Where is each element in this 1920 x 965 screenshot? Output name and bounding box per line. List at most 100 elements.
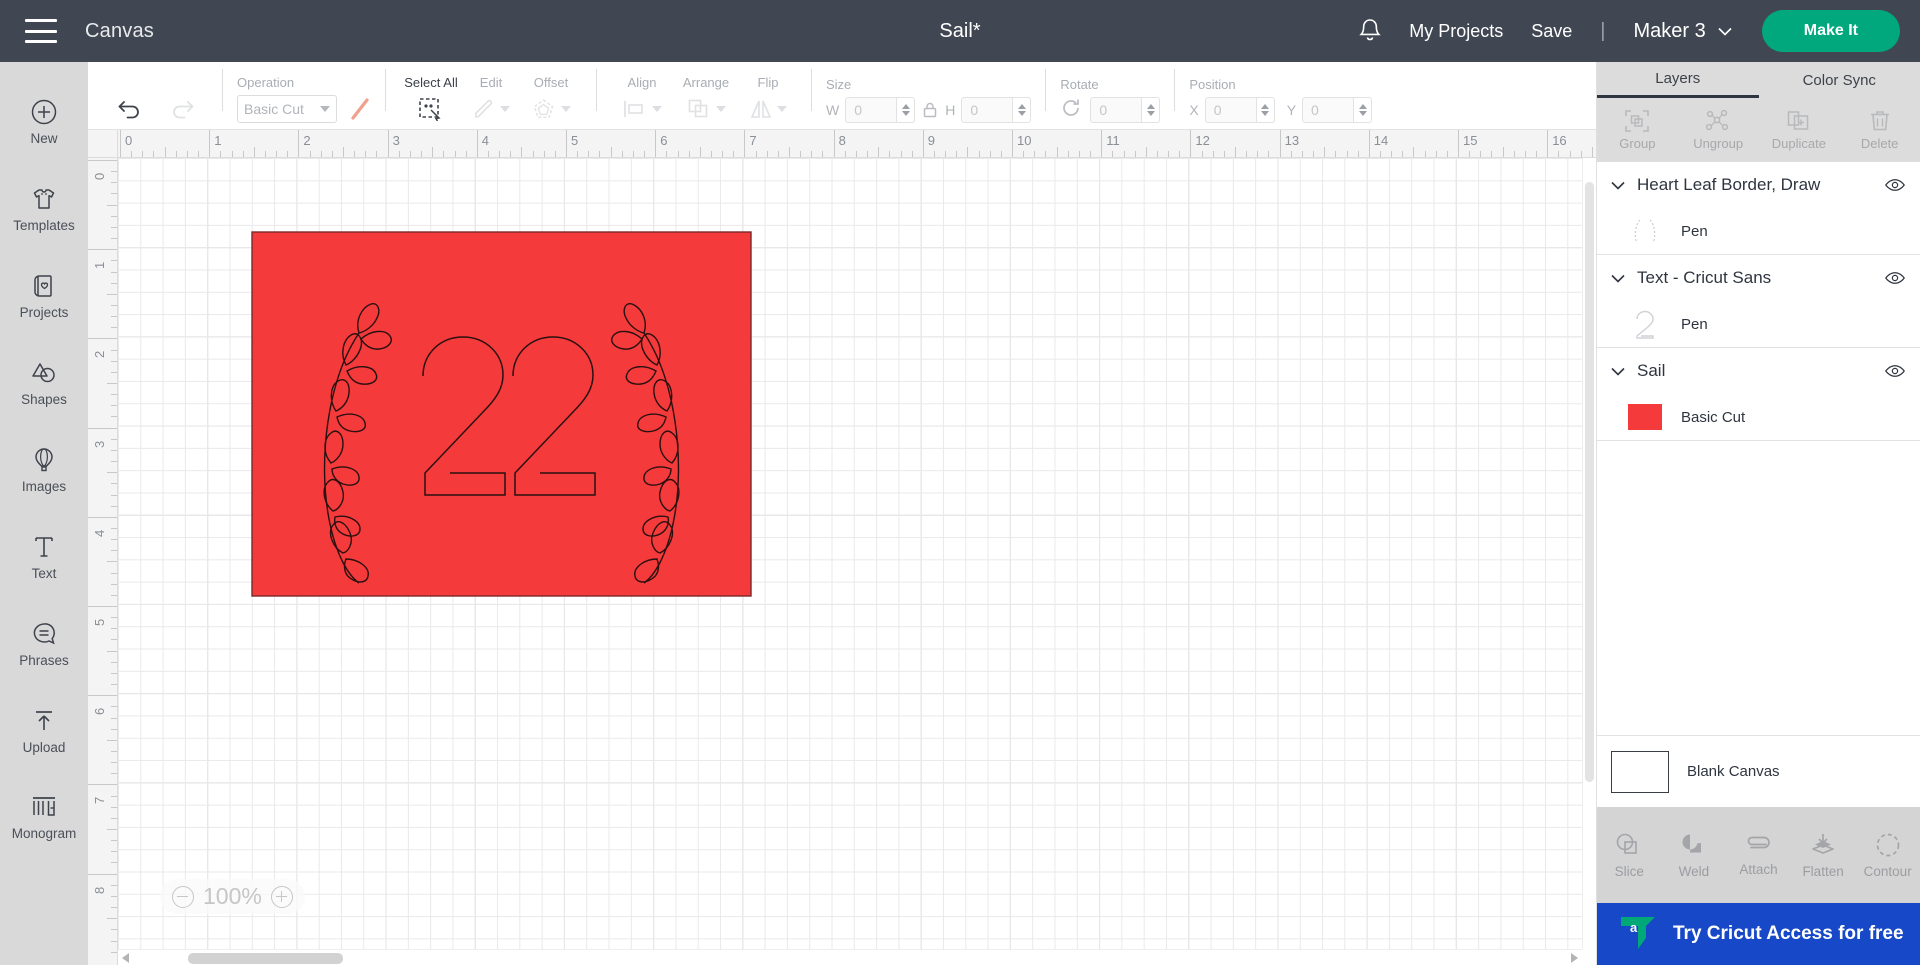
ruler-minor-tick (111, 495, 118, 496)
select-all-icon[interactable] (418, 95, 444, 123)
layer-child-row[interactable]: Basic Cut (1597, 394, 1920, 440)
canvas-area[interactable]: 012345678910111213141516 012345678 (88, 130, 1596, 965)
ruler-minor-tick (1112, 151, 1113, 158)
eye-icon[interactable] (1884, 178, 1906, 192)
horizontal-scrollbar[interactable] (118, 949, 1582, 965)
bottom-tools: Slice Weld Attach Flatten Contour (1597, 807, 1920, 903)
hamburger-icon[interactable] (25, 19, 57, 43)
ruler-minor-tick (107, 561, 118, 562)
bell-icon[interactable] (1357, 17, 1383, 45)
ruler-minor-tick (111, 952, 118, 953)
ruler-minor-tick (153, 151, 154, 158)
chevron-down-icon[interactable] (1611, 274, 1625, 283)
blank-canvas-row[interactable]: Blank Canvas (1597, 735, 1920, 807)
group-button[interactable]: Group (1597, 98, 1678, 162)
height-stepper[interactable] (1013, 97, 1031, 123)
canvas-grid[interactable]: 100% (118, 158, 1582, 949)
lock-aspect-toggle[interactable] (921, 101, 939, 119)
flatten-button[interactable]: Flatten (1791, 807, 1856, 903)
plus-circle-icon[interactable] (271, 886, 293, 908)
ungroup-label: Ungroup (1693, 136, 1743, 151)
scroll-thumb-vertical[interactable] (1585, 182, 1594, 782)
layers-list[interactable]: Heart Leaf Border, Draw Pen Text - Cricu… (1597, 162, 1920, 735)
ruler-minor-tick (111, 840, 118, 841)
layer-header[interactable]: Sail (1597, 348, 1920, 394)
width-input[interactable]: 0 (845, 97, 897, 123)
sidebar-item-upload[interactable]: Upload (0, 687, 88, 774)
rotate-stepper[interactable] (1142, 97, 1160, 123)
position-y-stepper[interactable] (1354, 97, 1372, 123)
offset-menu-button[interactable] (532, 95, 571, 123)
sidebar-item-monogram[interactable]: Monogram (0, 774, 88, 861)
align-menu-button[interactable] (623, 95, 662, 123)
sidebar-item-shapes[interactable]: Shapes (0, 339, 88, 426)
ruler-minor-tick (111, 706, 118, 707)
layer-child-row[interactable]: Pen (1597, 208, 1920, 254)
sidebar-item-text[interactable]: Text (0, 513, 88, 600)
ruler-minor-tick (1592, 147, 1593, 158)
attach-button[interactable]: Attach (1726, 807, 1791, 903)
toolbar-divider (222, 69, 223, 111)
height-input[interactable]: 0 (961, 97, 1013, 123)
arrange-menu-button[interactable] (687, 95, 726, 123)
ruler-minor-tick (1224, 151, 1225, 158)
canvas-thumbnail[interactable] (1611, 751, 1669, 793)
ruler-minor-tick (499, 151, 500, 158)
operation-color-swatch[interactable] (349, 96, 371, 122)
artwork-design[interactable] (251, 231, 752, 597)
tab-color-sync[interactable]: Color Sync (1759, 62, 1920, 98)
layer-header[interactable]: Text - Cricut Sans (1597, 255, 1920, 301)
flip-menu-button[interactable] (750, 95, 787, 123)
delete-button[interactable]: Delete (1839, 98, 1920, 162)
eye-icon[interactable] (1884, 364, 1906, 378)
ungroup-button[interactable]: Ungroup (1678, 98, 1759, 162)
edit-menu-button[interactable] (473, 95, 510, 123)
ruler-minor-tick (1335, 151, 1336, 158)
sidebar-item-phrases[interactable]: Phrases (0, 600, 88, 687)
sidebar-item-images[interactable]: Images (0, 426, 88, 513)
sidebar-item-projects[interactable]: Projects (0, 252, 88, 339)
scroll-left-arrow-icon[interactable] (122, 953, 129, 963)
my-projects-link[interactable]: My Projects (1409, 21, 1503, 42)
ruler-minor-tick (111, 617, 118, 618)
ruler-minor-tick (332, 151, 333, 158)
sidebar-item-new[interactable]: New (0, 78, 88, 165)
chevron-down-icon[interactable] (1611, 367, 1625, 376)
cricut-access-promo[interactable]: a Try Cricut Access for free (1597, 903, 1920, 965)
layer-child-row[interactable]: Pen (1597, 301, 1920, 347)
scroll-right-arrow-icon[interactable] (1571, 953, 1578, 963)
layer-header[interactable]: Heart Leaf Border, Draw (1597, 162, 1920, 208)
ruler-minor-tick (510, 151, 511, 158)
ruler-minor-tick (111, 171, 118, 172)
slice-button[interactable]: Slice (1597, 807, 1662, 903)
ruler-minor-tick (343, 147, 344, 158)
position-x-stepper[interactable] (1257, 97, 1275, 123)
vertical-scrollbar[interactable] (1582, 158, 1596, 949)
save-button[interactable]: Save (1531, 21, 1572, 42)
machine-selector[interactable]: Maker 3 (1634, 20, 1732, 43)
ungroup-icon (1705, 109, 1731, 133)
duplicate-button[interactable]: Duplicate (1759, 98, 1840, 162)
duplicate-icon (1786, 109, 1812, 133)
scroll-thumb-horizontal[interactable] (188, 953, 343, 964)
width-stepper[interactable] (897, 97, 915, 123)
contour-button[interactable]: Contour (1855, 807, 1920, 903)
position-x-input[interactable]: 0 (1205, 97, 1257, 123)
position-y-input[interactable]: 0 (1302, 97, 1354, 123)
eye-icon[interactable] (1884, 271, 1906, 285)
sidebar-item-templates[interactable]: Templates (0, 165, 88, 252)
minus-circle-icon[interactable] (172, 886, 194, 908)
weld-button[interactable]: Weld (1662, 807, 1727, 903)
ruler-minor-tick (588, 151, 589, 158)
chevron-down-icon[interactable] (1611, 181, 1625, 190)
operation-select[interactable]: Basic Cut (237, 95, 337, 123)
make-it-button[interactable]: Make It (1762, 10, 1900, 52)
ruler-minor-tick (555, 151, 556, 158)
tab-layers[interactable]: Layers (1597, 62, 1759, 98)
rotate-input[interactable]: 0 (1090, 97, 1142, 123)
redo-button[interactable] (169, 95, 195, 123)
ruler-major-tick (88, 160, 118, 161)
undo-button[interactable] (117, 95, 143, 123)
ruler-minor-tick (310, 151, 311, 158)
red-rectangle-shape[interactable] (252, 232, 751, 596)
